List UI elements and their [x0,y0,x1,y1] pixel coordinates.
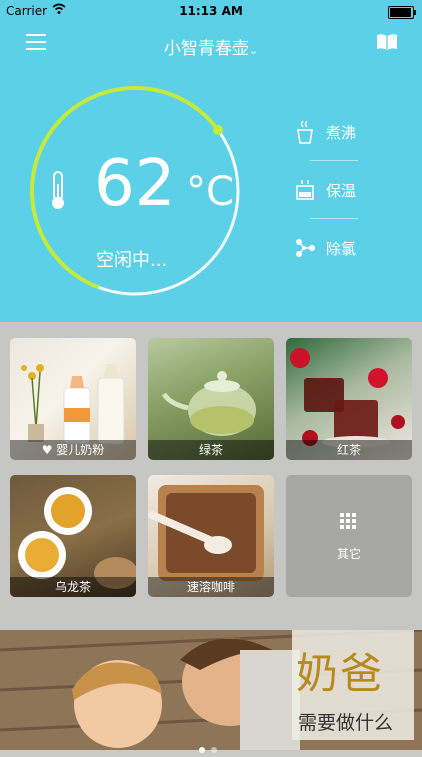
clock: 11:13 AM [179,4,243,18]
mode-keep-warm[interactable]: 保温 [294,170,364,210]
grid-icon [340,513,356,529]
thermometer-icon [52,171,64,209]
battery-icon [388,6,416,19]
tile-other[interactable]: 其它 [286,475,412,597]
tile-label: ♥ 婴儿奶粉 [10,440,136,460]
promo-banner[interactable]: 奶爸 需要做什么 [0,630,422,750]
heart-icon: ♥ [41,443,57,457]
kettle-status: 空闲中... [96,250,168,271]
tile-green-tea[interactable]: 绿茶 [148,338,274,460]
mode-list: 煮沸 保温 除氯 [294,112,364,286]
banner-page-indicator[interactable] [196,738,220,757]
tile-label: 其它 [336,547,361,561]
tile-baby-formula[interactable]: ♥ 婴儿奶粉 [10,338,136,460]
device-name: 小智青春壶 [163,39,249,59]
tile-black-tea[interactable]: 红茶 [286,338,412,460]
chevron-down-icon: ⌄ [248,44,259,57]
mode-boil[interactable]: 煮沸 [294,112,364,152]
tile-label: 红茶 [286,440,412,460]
divider [310,160,358,161]
mode-dechlorinate[interactable]: 除氯 [294,228,364,268]
page-dot[interactable] [199,747,205,753]
boil-icon [297,120,313,144]
temperature-value: 62 [94,147,176,221]
tile-instant-coffee[interactable]: 速溶咖啡 [148,475,274,597]
control-panel: Carrier 11:13 AM 小智青春壶⌄ 62 °C 空闲中... 煮沸 … [0,0,422,322]
mode-label: 除氯 [326,239,357,258]
nav-bar: 小智青春壶⌄ [0,28,422,60]
tile-label: 乌龙茶 [10,577,136,597]
book-icon[interactable] [376,33,398,51]
tile-label: 速溶咖啡 [148,577,274,597]
tile-label: 绿茶 [148,440,274,460]
mode-label: 保温 [326,181,357,200]
device-selector[interactable]: 小智青春壶⌄ [0,34,422,59]
dechlorinate-icon [296,239,315,257]
drink-grid: ♥ 婴儿奶粉 绿茶 红茶 乌龙茶 速溶咖啡 其它 [0,322,422,630]
page-dot[interactable] [211,747,217,753]
tile-oolong-tea[interactable]: 乌龙茶 [10,475,136,597]
status-bar: Carrier 11:13 AM [0,0,422,22]
banner-headline: 奶爸 [296,649,385,698]
mode-label: 煮沸 [326,123,357,142]
temperature-unit: °C [186,169,234,215]
banner-subline: 需要做什么 [298,712,394,734]
keep-warm-icon [296,180,314,200]
divider [310,218,358,219]
